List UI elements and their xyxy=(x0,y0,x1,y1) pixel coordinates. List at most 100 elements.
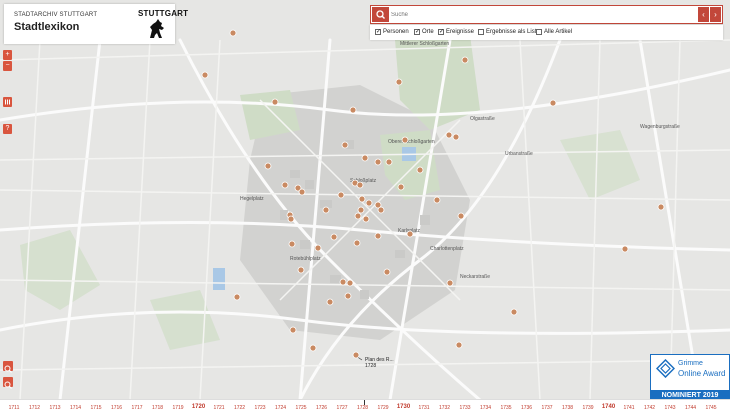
map-marker[interactable] xyxy=(445,131,453,139)
timeline-year[interactable]: 1711 xyxy=(9,405,20,411)
map-marker[interactable] xyxy=(287,215,295,223)
map-marker[interactable] xyxy=(353,239,361,247)
timeline-year[interactable]: 1723 xyxy=(254,405,265,411)
map-marker[interactable] xyxy=(298,188,306,196)
map-marker[interactable] xyxy=(271,98,279,106)
help-button[interactable]: ? xyxy=(3,124,12,134)
filter-orte[interactable]: ✓ Orte xyxy=(414,29,434,35)
checkbox-alle-artikel[interactable] xyxy=(536,29,542,35)
timeline-year[interactable]: 1737 xyxy=(541,405,552,411)
map-marker[interactable] xyxy=(510,308,518,316)
timeline-year[interactable]: 1729 xyxy=(377,405,388,411)
timeline-year[interactable]: 1738 xyxy=(562,405,573,411)
map-marker[interactable] xyxy=(397,183,405,191)
map-marker[interactable] xyxy=(344,292,352,300)
map-marker[interactable] xyxy=(349,106,357,114)
timeline-year[interactable]: 1734 xyxy=(480,405,491,411)
timeline-year[interactable]: 1743 xyxy=(664,405,675,411)
timeline-year[interactable]: 1739 xyxy=(582,405,593,411)
map-marker[interactable] xyxy=(346,279,354,287)
timeline-year[interactable]: 1730 xyxy=(397,404,410,410)
timeline-zoom-in-button[interactable] xyxy=(3,361,13,373)
map-marker[interactable] xyxy=(455,341,463,349)
map-marker[interactable] xyxy=(362,215,370,223)
map-marker[interactable] xyxy=(406,230,414,238)
map-marker[interactable] xyxy=(374,158,382,166)
timeline-year[interactable]: 1735 xyxy=(500,405,511,411)
map-marker[interactable] xyxy=(433,196,441,204)
marker-tooltip[interactable]: Plan des R... 1728 xyxy=(365,357,394,369)
timeline-year[interactable]: 1736 xyxy=(521,405,532,411)
timeline-year[interactable]: 1745 xyxy=(705,405,716,411)
grimme-award-badge[interactable]: Grimme Online Award NOMINIERT 2019 xyxy=(650,354,730,402)
timeline-year[interactable]: 1740 xyxy=(602,404,615,410)
city-map[interactable]: Mittlerer Schloßgarten Oberer Schloßgart… xyxy=(0,0,730,400)
map-marker[interactable] xyxy=(374,232,382,240)
timeline-year[interactable]: 1719 xyxy=(172,405,183,411)
map-marker[interactable] xyxy=(457,212,465,220)
timeline-year[interactable]: 1742 xyxy=(644,405,655,411)
map-marker[interactable] xyxy=(365,199,373,207)
timeline-zoom-out-button[interactable] xyxy=(3,377,13,389)
prev-result-button[interactable]: ‹ xyxy=(698,7,709,22)
filter-ergebnisse-als-liste[interactable]: Ergebnisse als Liste xyxy=(478,29,540,35)
map-marker[interactable] xyxy=(385,158,393,166)
map-marker[interactable] xyxy=(326,298,334,306)
map-marker[interactable] xyxy=(201,71,209,79)
checkbox-liste[interactable] xyxy=(478,29,484,35)
timeline-year[interactable]: 1715 xyxy=(90,405,101,411)
timeline-year[interactable]: 1731 xyxy=(418,405,429,411)
checkbox-ereignisse[interactable]: ✓ xyxy=(438,29,444,35)
zoom-in-button[interactable]: + xyxy=(3,50,12,60)
filter-ereignisse[interactable]: ✓ Ereignisse xyxy=(438,29,474,35)
timeline-year[interactable]: 1733 xyxy=(459,405,470,411)
timeline-year[interactable]: 1725 xyxy=(295,405,306,411)
timeline-year[interactable]: 1720 xyxy=(192,404,205,410)
map-marker[interactable] xyxy=(358,195,366,203)
map-marker[interactable] xyxy=(452,133,460,141)
timeline-year[interactable]: 1722 xyxy=(234,405,245,411)
map-marker[interactable] xyxy=(297,266,305,274)
timeline-year[interactable]: 1726 xyxy=(316,405,327,411)
zoom-out-button[interactable]: − xyxy=(3,61,12,71)
timeline-year[interactable]: 1724 xyxy=(275,405,286,411)
map-marker[interactable] xyxy=(341,141,349,149)
map-marker[interactable] xyxy=(339,278,347,286)
checkbox-orte[interactable]: ✓ xyxy=(414,29,420,35)
map-marker[interactable] xyxy=(377,206,385,214)
map-marker[interactable] xyxy=(356,181,364,189)
timeline-year[interactable]: 1727 xyxy=(336,405,347,411)
timeline-year[interactable]: 1714 xyxy=(70,405,81,411)
map-marker[interactable] xyxy=(337,191,345,199)
map-marker[interactable] xyxy=(314,244,322,252)
map-marker[interactable] xyxy=(264,162,272,170)
timeline-bar[interactable]: 1711 1712 1713 1714 1715 1716 1717 1718 1719 1720… xyxy=(0,399,730,416)
list-view-button[interactable] xyxy=(3,97,12,107)
map-marker[interactable] xyxy=(657,203,665,211)
checkbox-personen[interactable]: ✓ xyxy=(375,29,381,35)
map-marker[interactable] xyxy=(289,326,297,334)
timeline-year[interactable]: 1732 xyxy=(439,405,450,411)
search-button[interactable] xyxy=(372,7,389,22)
map-marker[interactable] xyxy=(446,279,454,287)
timeline-year[interactable]: 1713 xyxy=(49,405,60,411)
map-marker[interactable] xyxy=(383,268,391,276)
map-marker[interactable] xyxy=(322,206,330,214)
map-marker[interactable] xyxy=(357,206,365,214)
timeline-year[interactable]: 1744 xyxy=(685,405,696,411)
map-marker[interactable] xyxy=(229,29,237,37)
map-marker[interactable] xyxy=(395,78,403,86)
map-marker[interactable] xyxy=(401,136,409,144)
filter-alle-artikel[interactable]: Alle Artikel xyxy=(536,29,572,35)
selected-marker[interactable] xyxy=(352,351,360,359)
map-marker[interactable] xyxy=(330,233,338,241)
next-result-button[interactable]: › xyxy=(710,7,721,22)
timeline-year[interactable]: 1718 xyxy=(152,405,163,411)
map-marker[interactable] xyxy=(288,240,296,248)
map-marker[interactable] xyxy=(281,181,289,189)
map-marker[interactable] xyxy=(233,293,241,301)
map-marker[interactable] xyxy=(354,212,362,220)
map-marker[interactable] xyxy=(621,245,629,253)
map-marker[interactable] xyxy=(309,344,317,352)
search-input[interactable] xyxy=(391,7,691,22)
